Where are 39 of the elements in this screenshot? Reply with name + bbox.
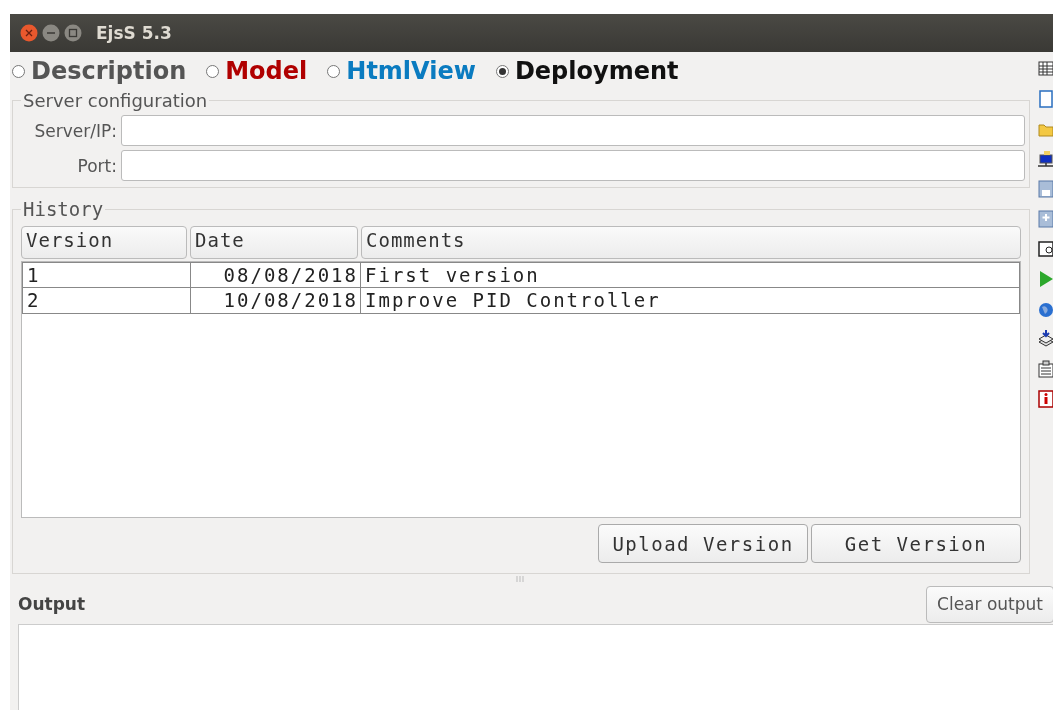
- version-button[interactable]: Get Version: [811, 524, 1021, 563]
- floppy-plus-icon[interactable]: [1038, 210, 1053, 228]
- play-icon[interactable]: [1038, 270, 1053, 288]
- field-label: Server/IP:: [33, 120, 117, 141]
- radio-button[interactable]: [206, 64, 220, 78]
- table-cell-text: Improve PID Controller: [364, 288, 662, 313]
- minimize-icon[interactable]: [42, 24, 60, 42]
- clear-output-button[interactable]: Clear output: [926, 585, 1053, 623]
- stack-icon[interactable]: [1038, 330, 1053, 348]
- column-header[interactable]: Comments: [361, 226, 1021, 259]
- column-header[interactable]: Date: [190, 226, 358, 259]
- radio-button[interactable]: [495, 64, 509, 78]
- floppy-icon[interactable]: [1038, 180, 1053, 198]
- window-title: EjsS 5.3: [96, 23, 172, 43]
- radio-button[interactable]: [327, 64, 341, 78]
- output-label: Output: [18, 594, 86, 614]
- radio-button[interactable]: [12, 64, 25, 78]
- tab-label[interactable]: Model: [225, 57, 308, 85]
- version-button[interactable]: Upload Version: [598, 524, 808, 563]
- computer-icon[interactable]: [1038, 150, 1053, 168]
- panel-title: Server configuration: [22, 90, 209, 111]
- table-cell-text: First version: [364, 263, 541, 287]
- globe-icon[interactable]: [1038, 300, 1053, 318]
- clipboard-icon[interactable]: [1038, 360, 1053, 378]
- info-icon[interactable]: [1038, 390, 1053, 408]
- window-icon[interactable]: [1038, 240, 1053, 258]
- splitter-grip-icon[interactable]: [514, 576, 526, 582]
- field-label: Port:: [76, 155, 117, 176]
- table-cell: 1: [23, 263, 191, 287]
- document-icon[interactable]: [1038, 90, 1053, 108]
- tab[interactable]: Model: [206, 57, 308, 85]
- table-cell: 10/08/2018: [191, 288, 361, 313]
- column-header[interactable]: Version: [21, 226, 187, 259]
- close-icon[interactable]: [20, 24, 38, 42]
- table-cell: 08/08/2018: [191, 263, 361, 287]
- panel-title: History: [22, 198, 105, 220]
- maximize-icon[interactable]: [64, 24, 82, 42]
- table-cell: 2: [23, 288, 191, 313]
- grid-icon[interactable]: [1038, 60, 1053, 78]
